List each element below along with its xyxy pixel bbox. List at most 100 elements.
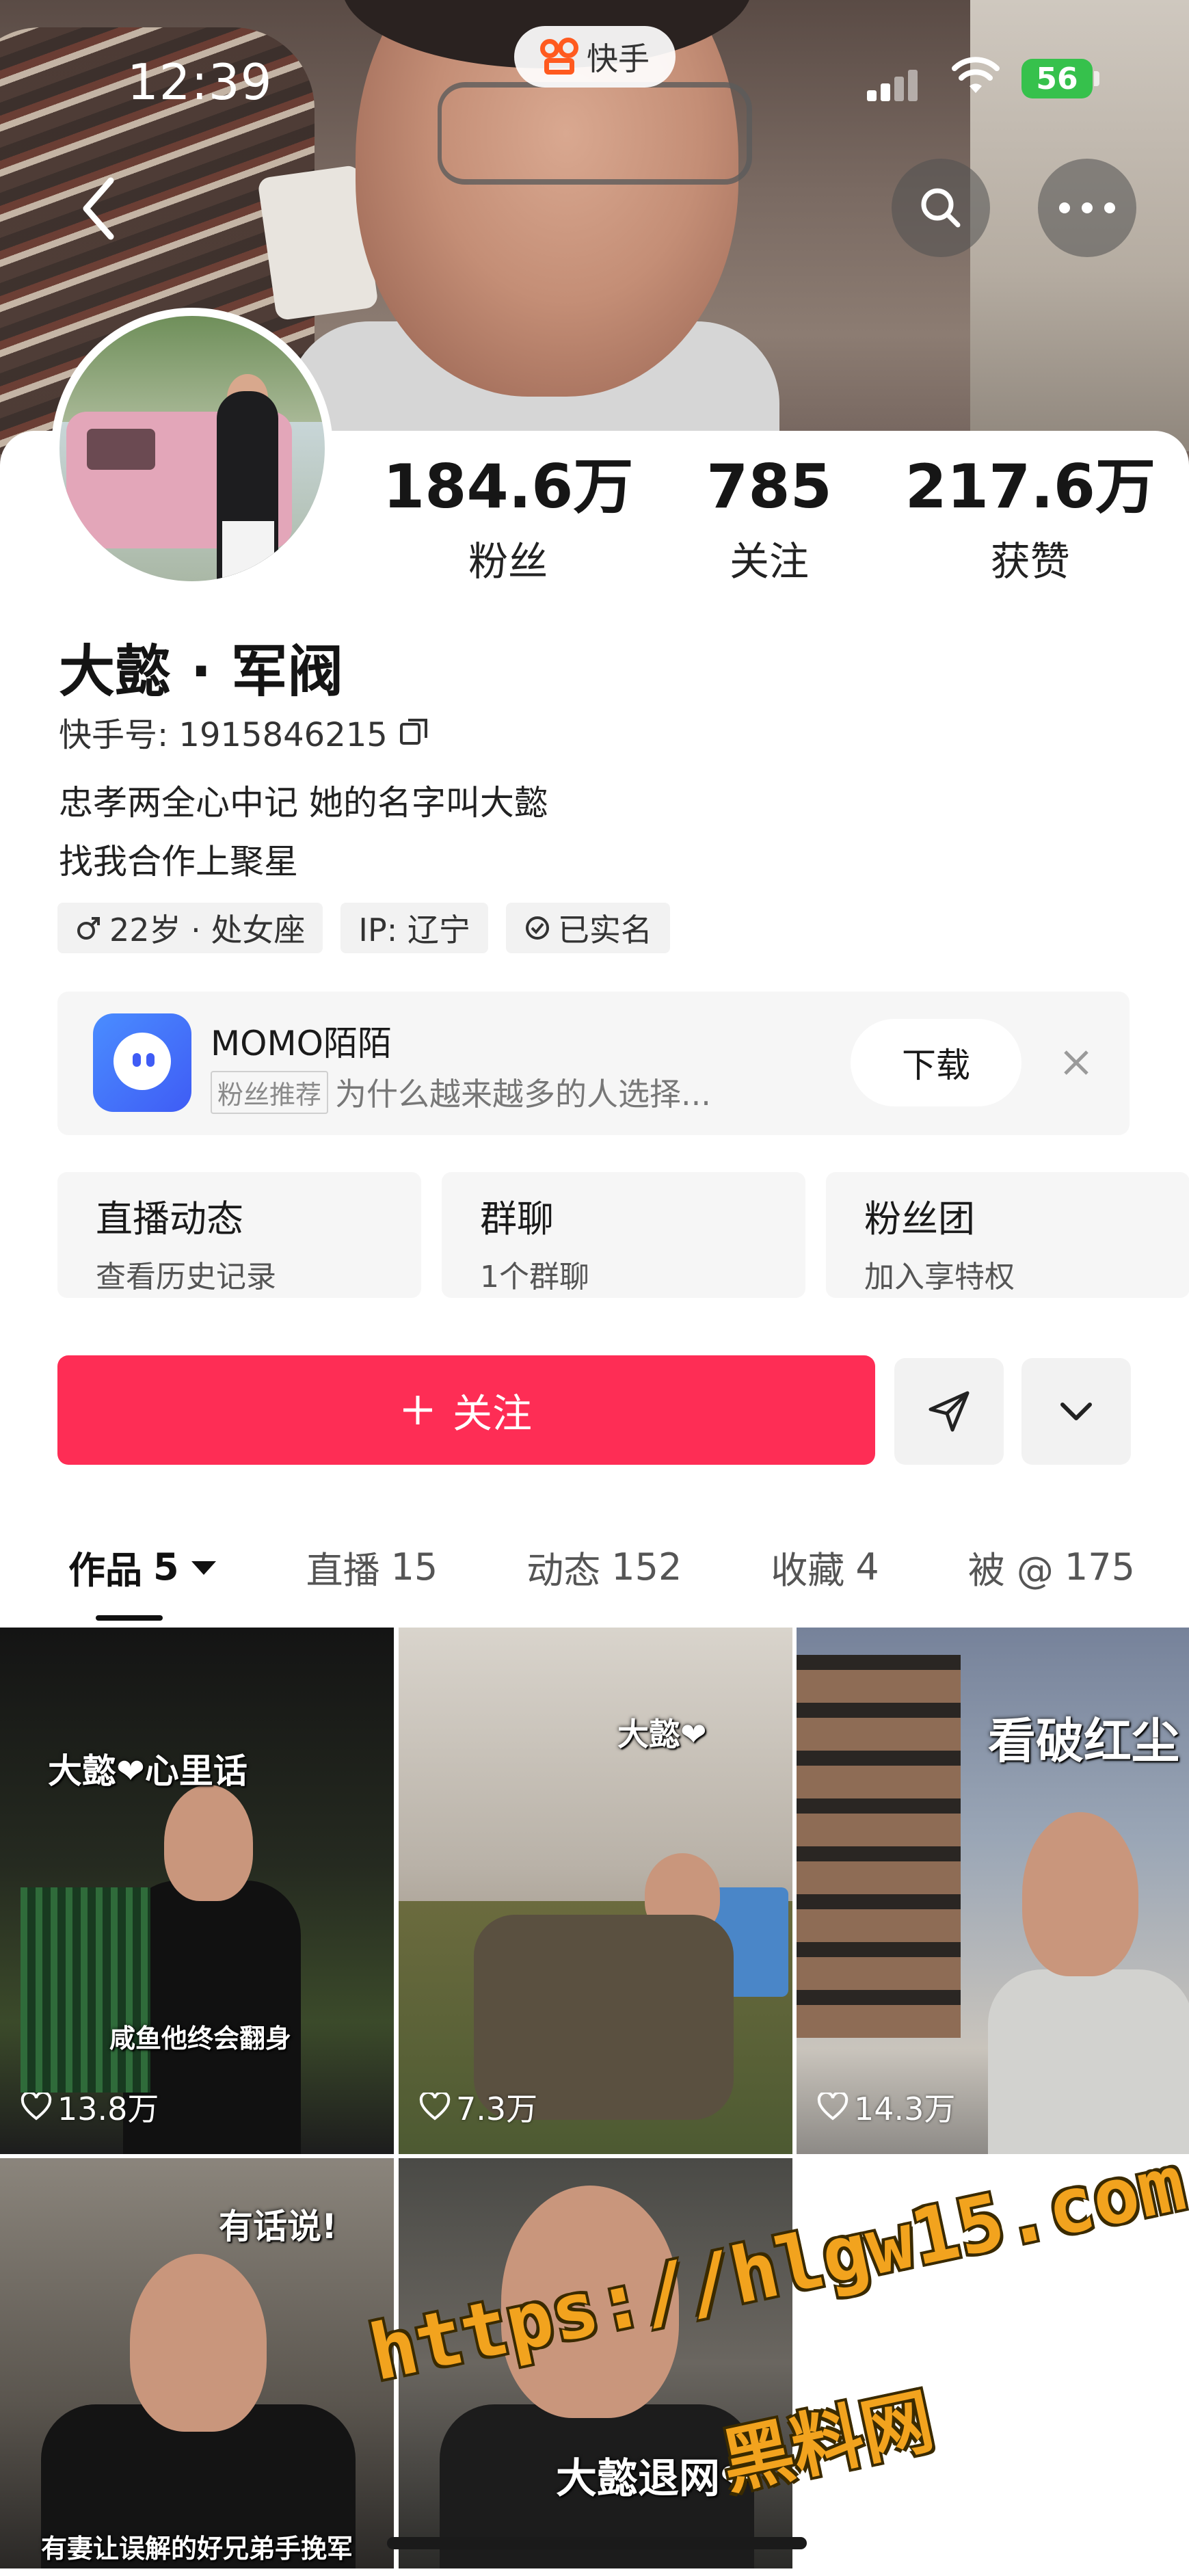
verified-check-icon <box>525 916 549 940</box>
search-button[interactable] <box>892 159 990 257</box>
tab-label: 收藏 <box>771 1549 845 1592</box>
like-count-text: 7.3万 <box>456 2090 538 2127</box>
feature-title: 群聊 <box>480 1197 554 1240</box>
bio-line: 忠孝两全心中记 她的名字叫大懿 <box>59 783 548 823</box>
feature-group-chat[interactable]: 群聊 1个群聊 <box>442 1172 805 1298</box>
like-count-text: 13.8万 <box>57 2090 159 2127</box>
tab-label: 动态 <box>526 1549 601 1592</box>
tab-moments[interactable]: 动态 152 <box>526 1540 682 1594</box>
tab-works[interactable]: 作品 5 <box>68 1540 217 1594</box>
video-subcaption: 咸鱼他终会翻身 <box>109 2023 292 2054</box>
stat-value: 785 <box>706 451 832 522</box>
bio-line: 找我合作上聚星 <box>59 842 298 881</box>
more-button[interactable] <box>1038 159 1136 257</box>
feature-cards: 直播动态 查看历史记录 群聊 1个群聊 粉丝团 加入享特权 <box>57 1172 1189 1298</box>
battery-tip <box>1094 71 1099 86</box>
heart-icon <box>817 2093 849 2121</box>
tab-count: 175 <box>1064 1545 1135 1589</box>
kuaishou-logo-icon <box>540 38 578 76</box>
tab-mentioned[interactable]: 被 @ 175 <box>968 1540 1135 1594</box>
video-caption: 有话说! <box>219 2207 337 2246</box>
battery-indicator: 56 <box>1021 59 1093 98</box>
profile-name: 大懿 · 军阀 <box>59 639 344 704</box>
stat-likes[interactable]: 217.6万 获赞 <box>905 457 1155 587</box>
video-caption: 大懿❤心里话 <box>48 1751 248 1791</box>
tab-count: 15 <box>390 1545 438 1589</box>
plus-icon <box>403 1396 432 1424</box>
tab-live[interactable]: 直播 15 <box>306 1540 438 1594</box>
signal-icon <box>867 60 922 101</box>
ad-title: MOMO陌陌 <box>211 1024 392 1063</box>
app-indicator[interactable]: 快手 <box>514 26 676 88</box>
wifi-icon <box>952 57 1000 93</box>
tab-favorites[interactable]: 收藏 4 <box>771 1540 879 1594</box>
ad-badge: 粉丝推荐 <box>211 1070 329 1114</box>
feature-title: 直播动态 <box>96 1197 243 1240</box>
copy-icon[interactable] <box>399 716 430 747</box>
user-id: 快手号: 1915846215 <box>59 708 430 756</box>
male-icon <box>77 917 100 940</box>
profile-stats: 184.6万 粉丝 785 关注 217.6万 获赞 <box>383 457 1155 587</box>
tag-text: IP: 辽宁 <box>358 912 470 948</box>
feature-subtitle: 加入享特权 <box>864 1260 1015 1294</box>
content-tabs: 作品 5 直播 15 动态 152 收藏 4 被 @ 175 <box>68 1540 1135 1594</box>
profile-tags: 22岁 · 处女座 IP: 辽宁 已实名 <box>57 903 670 953</box>
follow-label: 关注 <box>452 1390 532 1437</box>
video-thumbnail[interactable]: 有话说! 有妻让误解的好兄弟手挽军 <box>0 2158 394 2568</box>
like-count-text: 14.3万 <box>854 2090 956 2127</box>
tag-text: 22岁 · 处女座 <box>109 912 306 948</box>
app-name: 快手 <box>587 40 650 77</box>
download-button[interactable]: 下载 <box>851 1019 1021 1106</box>
video-subcaption: 有妻让误解的好兄弟手挽军 <box>41 2534 353 2564</box>
share-button[interactable] <box>894 1358 1004 1465</box>
stat-label: 获赞 <box>990 538 1070 585</box>
close-icon[interactable] <box>1056 1042 1097 1083</box>
tab-count: 5 <box>153 1545 179 1589</box>
heart-icon <box>21 2093 52 2121</box>
status-time: 12:39 <box>127 53 273 111</box>
tab-count: 4 <box>855 1545 879 1589</box>
video-thumbnail[interactable]: 看破红尘 14.3万 <box>797 1628 1189 2154</box>
stat-following[interactable]: 785 关注 <box>706 457 832 587</box>
feature-subtitle: 1个群聊 <box>480 1260 589 1294</box>
ad-banner[interactable]: MOMO陌陌 粉丝推荐 为什么越来越多的人选择... 下载 <box>57 992 1130 1135</box>
search-icon <box>921 188 961 228</box>
stat-value: 184.6万 <box>383 451 634 522</box>
stat-label: 关注 <box>729 538 809 585</box>
stat-value: 217.6万 <box>905 451 1155 522</box>
video-thumbnail[interactable]: 大懿❤ 7.3万 <box>399 1628 792 2154</box>
tab-label: 直播 <box>306 1549 380 1592</box>
feature-fan-club[interactable]: 粉丝团 加入享特权 <box>826 1172 1189 1298</box>
momo-app-icon <box>93 1013 191 1112</box>
tab-label: 被 @ <box>967 1549 1054 1592</box>
video-thumbnail[interactable]: 大懿❤心里话 咸鱼他终会翻身 13.8万 <box>0 1628 394 2154</box>
tab-label: 作品 <box>68 1549 142 1592</box>
tag-age: 22岁 · 处女座 <box>57 903 323 953</box>
like-count: 13.8万 <box>21 2084 159 2129</box>
feature-live-history[interactable]: 直播动态 查看历史记录 <box>57 1172 421 1298</box>
chevron-down-icon <box>1060 1403 1092 1420</box>
tab-count: 152 <box>611 1545 682 1589</box>
tag-verified[interactable]: 已实名 <box>505 903 670 953</box>
back-arrow-icon[interactable] <box>75 171 123 246</box>
avatar[interactable] <box>51 308 333 589</box>
active-tab-indicator <box>96 1615 163 1621</box>
tag-text: 已实名 <box>557 912 652 948</box>
follow-button[interactable]: 关注 <box>57 1355 875 1465</box>
video-caption: 看破红尘 <box>988 1713 1179 1769</box>
send-icon <box>929 1391 970 1432</box>
stat-followers[interactable]: 184.6万 粉丝 <box>383 457 633 587</box>
triangle-down-icon <box>191 1561 216 1575</box>
ad-subtitle: 粉丝推荐 为什么越来越多的人选择... <box>211 1070 711 1115</box>
more-dots-icon <box>1059 202 1115 213</box>
like-count: 7.3万 <box>419 2084 537 2129</box>
heart-icon <box>419 2093 451 2121</box>
stat-label: 粉丝 <box>468 538 548 585</box>
feature-subtitle: 查看历史记录 <box>96 1260 276 1294</box>
ad-subtitle-text: 为什么越来越多的人选择... <box>335 1076 711 1113</box>
feature-title: 粉丝团 <box>864 1197 975 1240</box>
video-caption: 大懿❤ <box>617 1716 707 1753</box>
home-indicator[interactable] <box>387 2537 807 2549</box>
more-options-button[interactable] <box>1021 1358 1131 1465</box>
glasses <box>438 82 752 185</box>
